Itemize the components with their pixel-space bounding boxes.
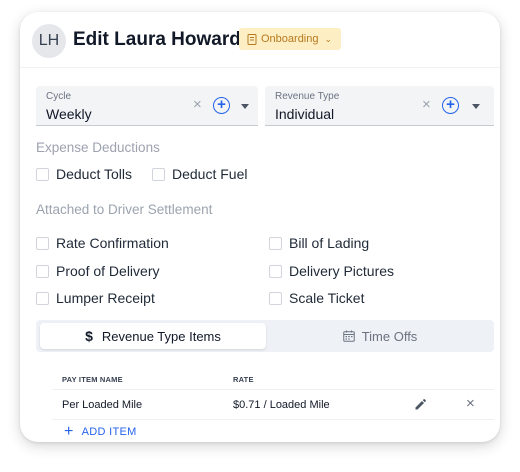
dollar-icon: $ (85, 328, 93, 344)
revenue-type-label: Revenue Type (275, 91, 340, 102)
document-icon (247, 33, 257, 45)
plus-icon: + (64, 423, 74, 440)
lumper-receipt-checkbox[interactable]: Lumper Receipt (36, 290, 155, 306)
clear-icon[interactable]: × (422, 97, 431, 112)
bill-of-lading-checkbox[interactable]: Bill of Lading (269, 235, 369, 251)
delete-row-icon[interactable]: × (466, 396, 475, 411)
scale-ticket-checkbox[interactable]: Scale Ticket (269, 290, 364, 306)
checkbox-box[interactable] (36, 236, 49, 250)
add-circle-icon[interactable]: + (442, 97, 459, 114)
tab-revenue-type-items[interactable]: $ Revenue Type Items (40, 323, 266, 349)
cycle-value: Weekly (46, 106, 92, 122)
checkbox-label: Proof of Delivery (56, 263, 160, 279)
expense-deductions-heading: Expense Deductions (36, 140, 160, 155)
tab-label: Time Offs (361, 328, 418, 344)
edit-pencil-icon[interactable] (414, 398, 427, 411)
deduct-tolls-checkbox[interactable]: Deduct Tolls (36, 166, 132, 182)
status-badge-label: Onboarding (261, 33, 319, 45)
checkbox-box[interactable] (36, 291, 49, 305)
caret-down-icon[interactable] (241, 104, 249, 109)
add-item-button[interactable]: + ADD ITEM (64, 423, 137, 440)
page-title: Edit Laura Howard (73, 29, 241, 50)
table-header: PAY ITEM NAME RATE (52, 370, 494, 390)
checkbox-box[interactable] (269, 291, 282, 305)
delivery-pictures-checkbox[interactable]: Delivery Pictures (269, 263, 394, 279)
pay-item-rate: $0.71 / Loaded Mile (233, 399, 330, 411)
column-header-rate: RATE (233, 375, 254, 384)
caret-down-icon[interactable] (472, 104, 480, 109)
add-item-label: ADD ITEM (81, 426, 137, 438)
edit-driver-dialog: LH Edit Laura Howard Onboarding ⌄ Cycle … (20, 12, 500, 442)
checkbox-box[interactable] (152, 167, 165, 181)
dialog-header: LH Edit Laura Howard Onboarding ⌄ (20, 12, 500, 68)
revenue-type-value: Individual (275, 106, 335, 122)
rate-confirmation-checkbox[interactable]: Rate Confirmation (36, 235, 169, 251)
checkbox-label: Deduct Fuel (172, 166, 248, 182)
checkbox-box[interactable] (36, 264, 49, 278)
column-header-pay-item-name: PAY ITEM NAME (62, 375, 123, 384)
cycle-label: Cycle (46, 91, 72, 102)
cycle-select[interactable]: Cycle Weekly × + (36, 86, 258, 126)
deduct-fuel-checkbox[interactable]: Deduct Fuel (152, 166, 247, 182)
checkbox-box[interactable] (36, 167, 49, 181)
tab-bar: $ Revenue Type Items Time Offs (36, 320, 494, 352)
checkbox-label: Rate Confirmation (56, 235, 169, 251)
settlement-heading: Attached to Driver Settlement (36, 202, 213, 217)
clear-icon[interactable]: × (193, 97, 202, 112)
status-badge[interactable]: Onboarding ⌄ (239, 28, 342, 50)
add-circle-icon[interactable]: + (213, 97, 230, 114)
revenue-type-select[interactable]: Revenue Type Individual × + (265, 86, 494, 126)
pay-items-table: PAY ITEM NAME RATE Per Loaded Mile $0.71… (52, 370, 494, 420)
proof-of-delivery-checkbox[interactable]: Proof of Delivery (36, 263, 159, 279)
checkbox-box[interactable] (269, 264, 282, 278)
checkbox-label: Delivery Pictures (289, 263, 395, 279)
avatar: LH (32, 24, 66, 58)
calendar-icon (342, 330, 355, 342)
checkbox-box[interactable] (269, 236, 282, 250)
pay-item-name: Per Loaded Mile (62, 399, 143, 411)
checkbox-label: Lumper Receipt (56, 290, 155, 306)
checkbox-label: Bill of Lading (289, 235, 370, 251)
tab-label: Revenue Type Items (101, 328, 221, 344)
checkbox-label: Deduct Tolls (56, 166, 133, 182)
checkbox-label: Scale Ticket (289, 290, 365, 306)
tab-time-offs[interactable]: Time Offs (270, 323, 490, 349)
table-row: Per Loaded Mile $0.71 / Loaded Mile × (52, 390, 494, 420)
chevron-down-icon: ⌄ (324, 33, 333, 44)
